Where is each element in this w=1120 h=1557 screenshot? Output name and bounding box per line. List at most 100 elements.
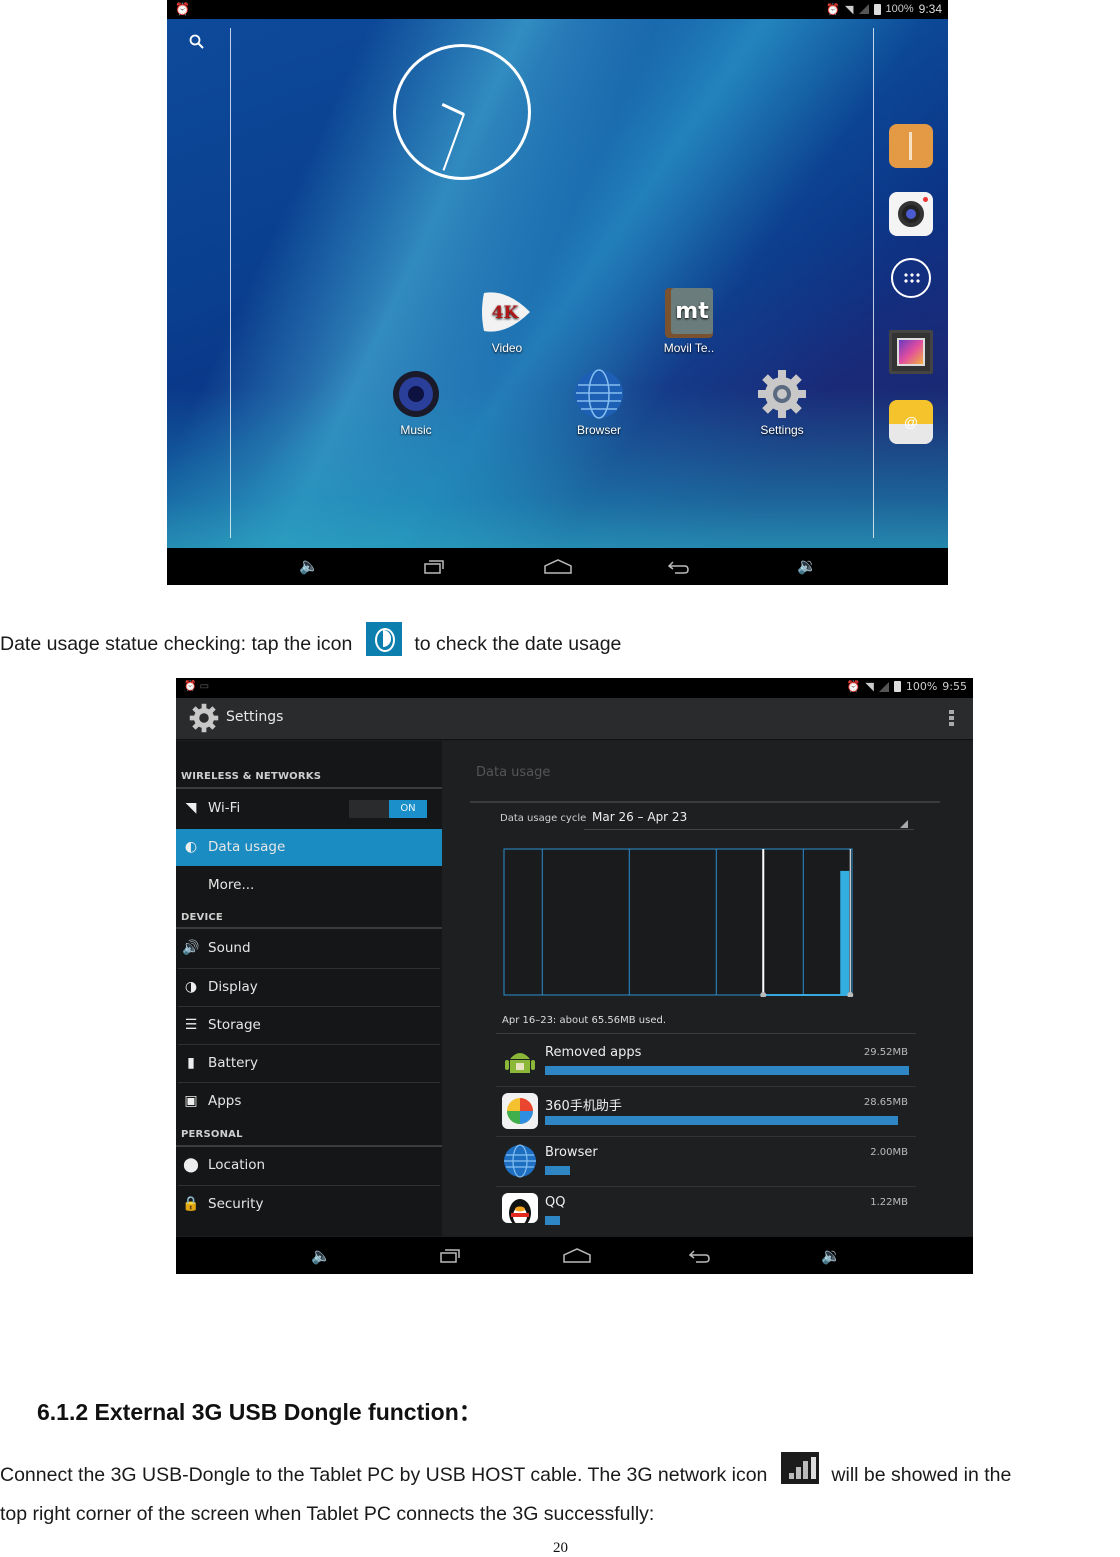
app-usage-row[interactable]: Browser 2.00MB — [496, 1137, 916, 1187]
location-pin-icon: ⬤ — [183, 1157, 199, 1173]
email-icon[interactable]: @ — [889, 400, 933, 444]
sidebar-item-storage[interactable]: ☰ Storage — [176, 1007, 442, 1044]
music-speaker-icon — [389, 367, 443, 421]
volume-down-icon[interactable]: 🔈 — [309, 1246, 333, 1266]
home-icon[interactable] — [543, 557, 573, 577]
instruction-text: Connect the 3G USB-Dongle to the Tablet … — [0, 1464, 768, 1487]
app-name: Browser — [545, 1145, 598, 1160]
wallpaper — [167, 19, 948, 548]
back-icon[interactable] — [688, 1246, 712, 1266]
panel-title: Data usage — [476, 765, 551, 780]
volume-up-icon[interactable]: 🔉 — [795, 557, 819, 577]
usage-chart[interactable] — [502, 847, 854, 997]
sidebar-item-display[interactable]: ◑ Display — [176, 969, 442, 1006]
app-movil-te[interactable]: mt Movil Te.. — [644, 285, 734, 355]
app-name: Removed apps — [545, 1045, 642, 1060]
camera-icon[interactable] — [889, 192, 933, 236]
signal-icon — [858, 4, 869, 14]
settings-sidebar: WIRELESS & NETWORKS ◥ Wi-Fi ON ◐ Data us… — [176, 741, 442, 1236]
display-brightness-icon: ◑ — [184, 979, 198, 995]
video-4k-icon: 4K — [480, 285, 534, 339]
battery-icon: ▮ — [187, 1055, 195, 1071]
page-edge-left — [230, 28, 231, 538]
sidebar-item-data-usage[interactable]: ◐ Data usage — [176, 829, 442, 866]
app-label: Movil Te.. — [663, 341, 715, 355]
sidebar-item-more[interactable]: More... — [176, 867, 442, 904]
sidebar-item-battery[interactable]: ▮ Battery — [176, 1045, 442, 1082]
navigation-bar: 🔈 🔉 — [167, 548, 948, 585]
sidebar-item-wifi[interactable]: ◥ Wi-Fi ON — [176, 790, 442, 827]
section-header-wireless: WIRELESS & NETWORKS — [181, 771, 322, 782]
page-edge-right — [873, 28, 874, 538]
instruction-text: Date usage statue checking: tap the icon — [0, 633, 353, 656]
app-usage-row[interactable]: Removed apps 29.52MB — [496, 1037, 916, 1087]
sidebar-item-apps[interactable]: ▣ Apps — [176, 1083, 442, 1120]
signal-icon — [878, 681, 889, 692]
volume-up-icon[interactable]: 🔉 — [819, 1246, 843, 1266]
usage-bar — [545, 1116, 898, 1125]
instruction-text: will be showed in the — [831, 1464, 1012, 1487]
action-bar: Settings — [176, 698, 973, 740]
app-size: 29.52MB — [863, 1047, 908, 1058]
app-video[interactable]: 4K Video — [462, 285, 552, 355]
battery-icon — [873, 3, 881, 15]
dropdown-arrow-icon[interactable] — [900, 820, 908, 828]
item-label: Battery — [208, 1055, 258, 1071]
sidebar-item-location[interactable]: ⬤ Location — [176, 1147, 442, 1184]
item-label: Display — [208, 979, 258, 995]
item-label: Data usage — [208, 839, 286, 855]
overflow-menu-icon[interactable] — [949, 710, 955, 728]
app-music[interactable]: Music — [371, 367, 461, 437]
clock-minute-hand — [442, 113, 465, 171]
back-icon[interactable] — [667, 557, 691, 577]
recent-apps-icon[interactable] — [422, 557, 446, 577]
app-usage-row[interactable]: 360手机助手 28.65MB — [496, 1087, 916, 1137]
divider — [496, 1033, 916, 1034]
sidebar-item-security[interactable]: 🔒 Security — [176, 1186, 442, 1223]
wifi-toggle[interactable]: ON — [349, 800, 427, 818]
globe-icon — [572, 367, 626, 421]
page-title: Settings — [226, 709, 284, 725]
android-removed-apps-icon — [502, 1043, 538, 1079]
page-number: 20 — [553, 1540, 568, 1556]
battery-icon — [893, 681, 901, 692]
settings-gear-icon[interactable] — [188, 702, 220, 734]
item-label: Location — [208, 1157, 266, 1173]
section-heading: 6.1.2 External 3G USB Dongle function： — [37, 1399, 482, 1425]
app-size: 1.22MB — [870, 1197, 908, 1208]
wifi-icon: ◥ — [865, 680, 874, 693]
app-label: Music — [400, 423, 432, 437]
file-manager-icon[interactable] — [889, 124, 933, 168]
wifi-icon: ◥ — [185, 800, 197, 816]
battery-percent: 100% — [885, 3, 914, 15]
sidebar-item-sound[interactable]: 🔊 Sound — [176, 930, 442, 967]
gallery-icon[interactable] — [889, 330, 933, 374]
item-label: More... — [208, 877, 255, 893]
data-usage-instruction: Date usage statue checking: tap the icon… — [0, 622, 621, 662]
home-icon[interactable] — [562, 1246, 592, 1266]
alarm-icon: ⏰ — [846, 680, 861, 693]
app-browser[interactable]: Browser — [554, 367, 644, 437]
360-assistant-icon — [502, 1093, 538, 1129]
volume-down-icon[interactable]: 🔈 — [297, 557, 321, 577]
app-drawer-icon[interactable] — [891, 258, 931, 298]
app-settings[interactable]: Settings — [737, 367, 827, 437]
svg-text:4K: 4K — [492, 303, 520, 323]
qq-penguin-icon — [502, 1193, 538, 1223]
status-time: 9:34 — [918, 2, 942, 16]
search-icon[interactable] — [189, 34, 205, 50]
app-name: 360手机助手 — [545, 1099, 622, 1114]
movil-te-icon: mt — [662, 285, 716, 339]
item-label: Storage — [208, 1017, 261, 1033]
app-label: Settings — [760, 423, 804, 437]
chart-usage-bar — [840, 870, 850, 995]
analog-clock-widget[interactable] — [393, 44, 531, 180]
toggle-on-label: ON — [389, 800, 427, 818]
status-bar: ⏰ ⏰ ◥ 100% 9:34 — [167, 0, 948, 19]
data-usage-icon: ◐ — [184, 839, 198, 855]
section-header-personal: PERSONAL — [181, 1129, 243, 1140]
recent-apps-icon[interactable] — [438, 1246, 462, 1266]
status-bar: ⏰ ▭ ⏰ ◥ 100% 9:55 — [176, 678, 973, 698]
cycle-dropdown[interactable]: Mar 26 – Apr 23 — [592, 810, 687, 824]
app-usage-row[interactable]: QQ 1.22MB — [496, 1187, 916, 1227]
